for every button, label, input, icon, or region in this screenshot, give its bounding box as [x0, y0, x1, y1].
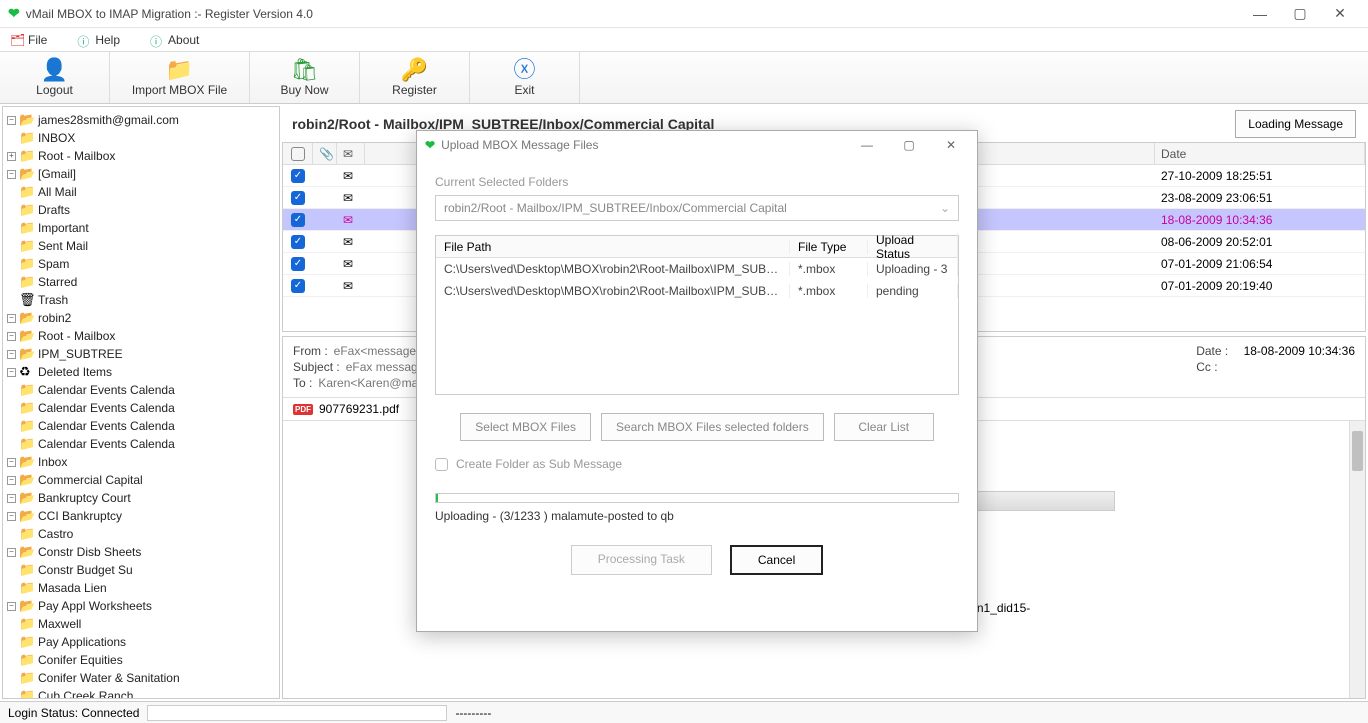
search-mbox-button[interactable]: Search MBOX Files selected folders — [601, 413, 824, 441]
file-type-cell: *.mbox — [790, 262, 868, 276]
progress-fill — [436, 494, 438, 502]
file-path-cell: C:\Users\ved\Desktop\MBOX\robin2\Root-Ma… — [436, 262, 790, 276]
file-table: File Path File Type Upload Status C:\Use… — [435, 235, 959, 395]
dialog-logo-icon: ❤ — [425, 138, 435, 152]
dialog-titlebar: ❤ Upload MBOX Message Files — ▢ ✕ — [417, 131, 977, 159]
file-table-row[interactable]: C:\Users\ved\Desktop\MBOX\robin2\Root-Ma… — [436, 258, 958, 280]
file-status-cell: pending — [868, 284, 958, 298]
clear-list-button[interactable]: Clear List — [834, 413, 934, 441]
dialog-minimize-button[interactable]: — — [849, 138, 885, 152]
file-type-cell: *.mbox — [790, 284, 868, 298]
select-mbox-button[interactable]: Select MBOX Files — [460, 413, 591, 441]
selected-folders-label: Current Selected Folders — [435, 175, 959, 189]
processing-task-button[interactable]: Processing Task — [571, 545, 712, 575]
file-table-row[interactable]: C:\Users\ved\Desktop\MBOX\robin2\Root-Ma… — [436, 280, 958, 302]
progress-text: Uploading - (3/1233 ) malamute-posted to… — [435, 509, 959, 523]
dialog-title: Upload MBOX Message Files — [441, 138, 598, 152]
selected-folder-value: robin2/Root - Mailbox/IPM_SUBTREE/Inbox/… — [444, 201, 787, 215]
upload-mbox-dialog: ❤ Upload MBOX Message Files — ▢ ✕ Curren… — [416, 130, 978, 632]
dialog-close-button[interactable]: ✕ — [933, 138, 969, 152]
file-status-cell: Uploading - 3 — [868, 262, 958, 276]
col-filepath: File Path — [436, 240, 790, 254]
file-table-header: File Path File Type Upload Status — [436, 236, 958, 258]
upload-progressbar — [435, 493, 959, 503]
create-subfolder-checkbox[interactable] — [435, 458, 448, 471]
col-uploadstatus: Upload Status — [868, 233, 958, 261]
dialog-maximize-button[interactable]: ▢ — [891, 138, 927, 152]
selected-folder-dropdown[interactable]: robin2/Root - Mailbox/IPM_SUBTREE/Inbox/… — [435, 195, 959, 221]
create-subfolder-label: Create Folder as Sub Message — [456, 457, 622, 471]
file-path-cell: C:\Users\ved\Desktop\MBOX\robin2\Root-Ma… — [436, 284, 790, 298]
chevron-down-icon: ⌄ — [940, 201, 950, 215]
cancel-button[interactable]: Cancel — [730, 545, 823, 575]
modal-backdrop: ❤ Upload MBOX Message Files — ▢ ✕ Curren… — [0, 0, 1368, 723]
col-filetype: File Type — [790, 240, 868, 254]
